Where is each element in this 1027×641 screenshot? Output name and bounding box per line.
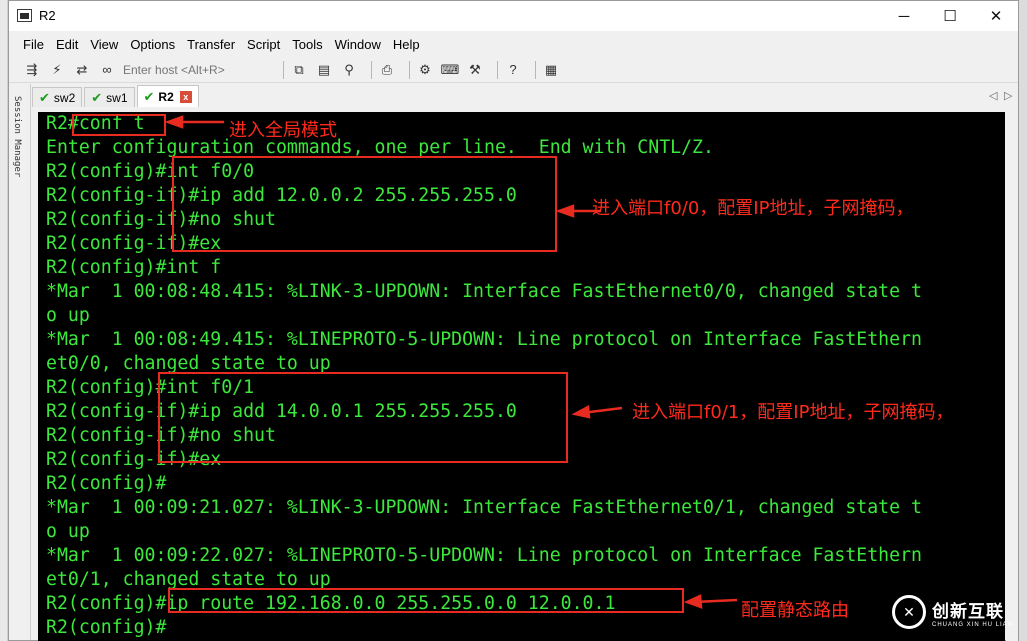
reconnect-icon[interactable]: ⇄ (73, 61, 91, 79)
close-tab-icon[interactable]: x (179, 90, 192, 103)
close-button[interactable]: ✕ (973, 1, 1019, 31)
toolbar-separator (371, 60, 372, 79)
annotation-arrows (164, 115, 738, 609)
watermark-logo: ✕ 创新互联 CHUANG XIN HU LIAN (892, 592, 1013, 632)
tab-sw2[interactable]: ✔ sw2 (32, 87, 83, 107)
securecrt-window: R2 ─ ☐ ✕ File Edit View Options Transfer… (8, 0, 1019, 641)
watermark-text: 创新互联 (932, 601, 1004, 621)
print-icon[interactable]: ⎙ (378, 61, 396, 79)
copy-icon[interactable]: ⧉ (290, 61, 308, 79)
tab-prev-icon[interactable]: ◁ (989, 89, 997, 102)
menu-bar: File Edit View Options Transfer Script T… (9, 32, 1018, 56)
terminal-screen[interactable]: R2#conf t Enter configuration commands, … (38, 112, 1005, 641)
connected-check-icon: ✔ (39, 89, 50, 105)
annotation-label-route: 配置静态路由 (741, 600, 849, 621)
annotation-label-f0-1: 进入端口f0/1，配置IP地址，子网掩码， (632, 402, 954, 423)
maximize-button[interactable]: ☐ (927, 1, 973, 31)
menu-edit[interactable]: Edit (56, 37, 78, 52)
connected-check-icon: ✔ (143, 88, 155, 104)
menu-window[interactable]: Window (335, 37, 381, 52)
settings-icon[interactable]: ⚙ (416, 61, 434, 79)
toolbar-separator (283, 60, 284, 79)
desktop-left-strip (0, 0, 8, 641)
tab-label: sw1 (106, 90, 128, 105)
tab-next-icon[interactable]: ▷ (1004, 89, 1012, 102)
minimize-button[interactable]: ─ (881, 1, 927, 31)
find-icon[interactable]: ⚲ (340, 61, 358, 79)
menu-help[interactable]: Help (393, 37, 420, 52)
tab-label: sw2 (53, 90, 76, 105)
annotation-label-f0-0: 进入端口f0/0，配置IP地址，子网掩码， (592, 198, 914, 219)
toolbar-separator (497, 60, 498, 79)
session-manager-label: Session Manager (12, 96, 22, 178)
log-icon[interactable]: ▦ (542, 61, 560, 79)
quick-connect-icon[interactable]: ⚡ (48, 61, 66, 79)
window-title: R2 (39, 8, 56, 23)
toolbar: ⇶ ⚡ ⇄ ∞ ⧉ ▤ ⚲ ⎙ ⚙ ⌨ ⚒ ? ▦ (9, 57, 1018, 83)
session-manager-panel[interactable]: Session Manager (9, 84, 31, 640)
paste-icon[interactable]: ▤ (315, 61, 333, 79)
session-tab-bar: ✔ sw2 ✔ sw1 ✔ R2 x ◁ ▷ (32, 85, 1017, 107)
title-bar[interactable]: R2 ─ ☐ ✕ (9, 1, 1018, 31)
app-icon (17, 9, 32, 22)
host-input[interactable] (123, 59, 269, 80)
sftp-icon[interactable]: ⚒ (466, 61, 484, 79)
tab-r2[interactable]: ✔ R2 x (136, 85, 199, 107)
tab-label: R2 (158, 89, 174, 104)
disconnect-icon[interactable]: ∞ (98, 61, 116, 79)
menu-options[interactable]: Options (130, 37, 175, 52)
toolbar-separator (409, 60, 410, 79)
menu-script[interactable]: Script (247, 37, 280, 52)
watermark-subtext: CHUANG XIN HU LIAN (932, 621, 1014, 628)
help-icon[interactable]: ? (504, 61, 522, 79)
menu-file[interactable]: File (23, 37, 44, 52)
annotation-label-conf-t: 进入全局模式 (229, 120, 337, 141)
connect-icon[interactable]: ⇶ (23, 61, 41, 79)
tab-sw1[interactable]: ✔ sw1 (84, 87, 135, 107)
menu-transfer[interactable]: Transfer (187, 37, 235, 52)
toolbar-separator (535, 60, 536, 79)
terminal-scrollbar[interactable] (1006, 112, 1018, 641)
menu-tools[interactable]: Tools (292, 37, 322, 52)
watermark-mark-icon: ✕ (892, 595, 926, 629)
connected-check-icon: ✔ (91, 89, 103, 105)
keymap-icon[interactable]: ⌨ (441, 61, 460, 79)
menu-view[interactable]: View (90, 37, 118, 52)
